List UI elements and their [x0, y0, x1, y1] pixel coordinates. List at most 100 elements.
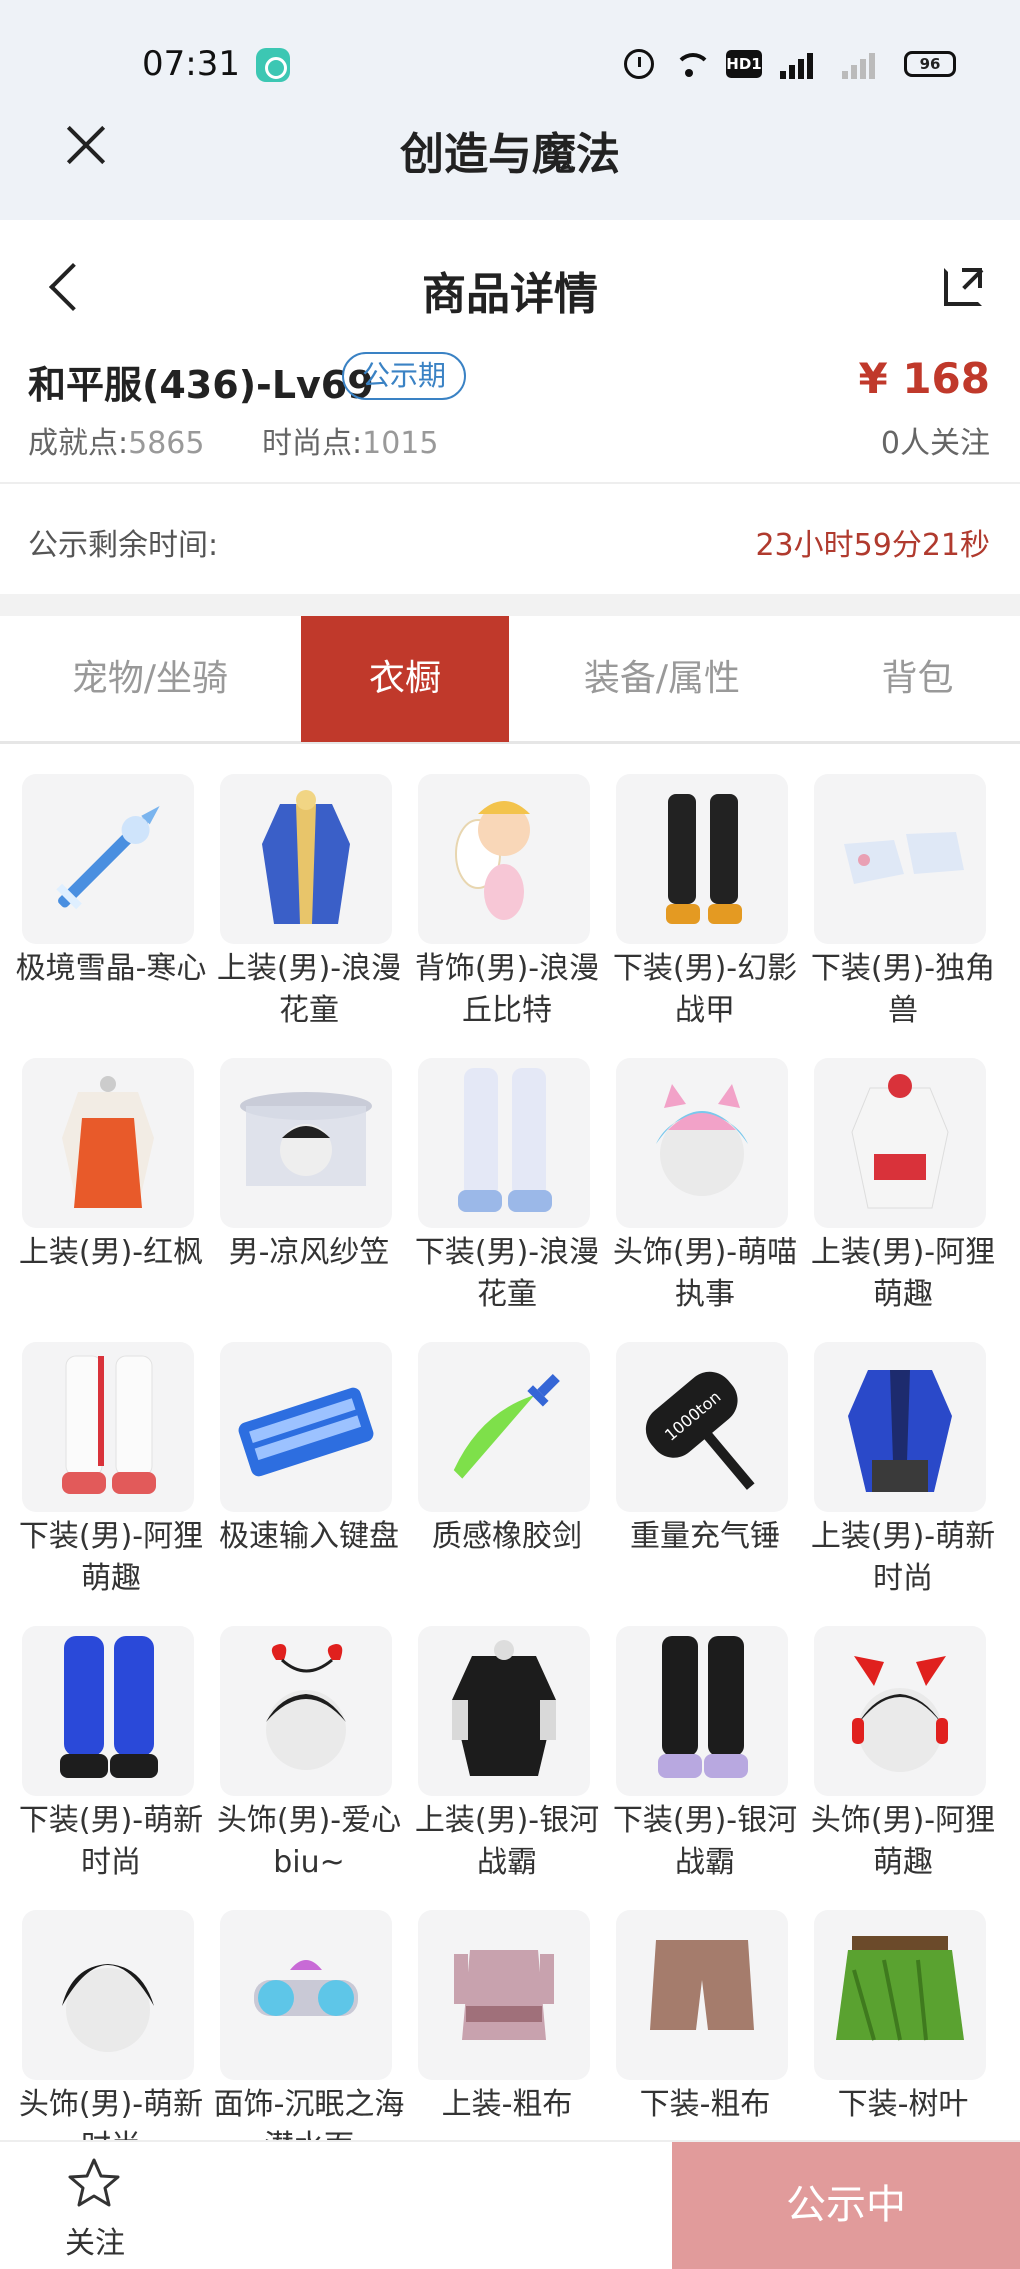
bottom-bar: 关注 公示中: [0, 2140, 1020, 2269]
wardrobe-item[interactable]: 上装(男)-红枫: [12, 1028, 210, 1298]
wardrobe-item-label: 头饰(男)-萌新时尚: [18, 2087, 204, 2140]
wardrobe-item[interactable]: 下装-树叶: [804, 1880, 1002, 2140]
wardrobe-item-label: 下装(男)-萌新时尚: [18, 1803, 204, 1880]
wardrobe-grid: 极境雪晶-寒心 上装(男)-浪漫花童 背饰(男)-浪漫丘比特 下装(男)-幻影战甲 下装…: [0, 744, 1020, 2140]
wardrobe-item[interactable]: 背饰(男)-浪漫丘比特: [408, 744, 606, 1028]
wardrobe-item[interactable]: 下装(男)-幻影战甲: [606, 744, 804, 1028]
hammer-icon: 1000ton: [616, 1342, 788, 1512]
wardrobe-item-label: 头饰(男)-阿狸萌趣: [810, 1803, 996, 1880]
alarm-icon: [624, 49, 654, 79]
wardrobe-item[interactable]: 极境雪晶-寒心: [12, 744, 210, 1014]
wardrobe-item-label: 下装(男)-阿狸萌趣: [18, 1519, 204, 1596]
follow-label: 关注: [65, 2226, 125, 2261]
wardrobe-item[interactable]: 下装(男)-银河战霸: [606, 1596, 804, 1880]
achievement-label: 成就点:: [28, 426, 129, 461]
black-pants-icon: [616, 1626, 788, 1796]
wardrobe-item[interactable]: 头饰(男)-萌新时尚: [12, 1880, 210, 2140]
wardrobe-item[interactable]: 极速输入键盘: [210, 1312, 408, 1582]
wardrobe-item[interactable]: 下装-粗布: [606, 1880, 804, 2140]
achievement-value: 5865: [128, 426, 205, 461]
white-red-pants-icon: [22, 1342, 194, 1512]
app-title: 创造与魔法: [400, 129, 620, 180]
wardrobe-item[interactable]: 1000ton 重量充气锤: [606, 1312, 804, 1582]
diving-mask-icon: [220, 1910, 392, 2080]
tab-equipment[interactable]: 装备/属性: [509, 616, 815, 742]
wardrobe-item-label: 下装-粗布: [639, 2087, 771, 2122]
wifi-icon: [672, 49, 712, 79]
fox-hoodie-icon: [814, 1058, 986, 1228]
wardrobe-item-label: 极速输入键盘: [219, 1519, 399, 1554]
wardrobe-item-label: 极境雪晶-寒心: [15, 951, 207, 986]
page-title: 商品详情: [422, 269, 598, 320]
tab-backpack[interactable]: 背包: [815, 616, 1020, 742]
unicorn-boots-icon: [814, 774, 986, 944]
blue-gold-robe-icon: [220, 774, 392, 944]
wardrobe-item[interactable]: 上装(男)-银河战霸: [408, 1596, 606, 1880]
wardrobe-item-label: 重量充气锤: [630, 1519, 780, 1554]
publicity-status-button[interactable]: 公示中: [672, 2142, 1020, 2269]
hd-icon: HD1: [726, 50, 762, 78]
wardrobe-item-label: 背饰(男)-浪漫丘比特: [414, 951, 600, 1028]
divider: [0, 482, 1020, 484]
follow-button[interactable]: 关注: [0, 2142, 190, 2269]
heart-headband-icon: [220, 1626, 392, 1796]
wardrobe-item[interactable]: 头饰(男)-阿狸萌趣: [804, 1596, 1002, 1880]
section-gap: [0, 594, 1020, 616]
cloth-shorts-icon: [616, 1910, 788, 2080]
wardrobe-item[interactable]: 下装(男)-萌新时尚: [12, 1596, 210, 1880]
category-tabs: 宠物/坐骑 衣橱 装备/属性 背包: [0, 616, 1020, 744]
share-icon[interactable]: [944, 268, 982, 306]
rubber-sword-icon: [418, 1342, 590, 1512]
product-name: 和平服(436)-Lv69: [28, 363, 374, 407]
keyboard-icon: [220, 1342, 392, 1512]
wardrobe-item[interactable]: 下装(男)-阿狸萌趣: [12, 1312, 210, 1596]
wardrobe-item[interactable]: 下装(男)-浪漫花童: [408, 1028, 606, 1312]
signal-2-icon: [842, 49, 886, 79]
wardrobe-item-label: 头饰(男)-萌喵执事: [612, 1235, 798, 1312]
wardrobe-item[interactable]: 上装-粗布: [408, 1880, 606, 2140]
ice-sword-icon: [22, 774, 194, 944]
wardrobe-item-label: 面饰-沉眠之海潜水面: [213, 2087, 405, 2140]
cloth-top-icon: [418, 1910, 590, 2080]
status-icons: HD1 96: [624, 44, 956, 84]
wardrobe-item-label: 下装(男)-幻影战甲: [612, 951, 798, 1028]
tab-wardrobe[interactable]: 衣橱: [301, 616, 509, 742]
wardrobe-item[interactable]: 男-凉风纱笠: [210, 1028, 408, 1298]
wardrobe-item[interactable]: 头饰(男)-爱心biu~: [210, 1596, 408, 1880]
wardrobe-item[interactable]: 上装(男)-浪漫花童: [210, 744, 408, 1028]
battery-icon: 96: [904, 51, 956, 77]
wardrobe-item-label: 下装(男)-独角兽: [810, 951, 996, 1028]
signal-icon: [780, 49, 824, 79]
wardrobe-item-label: 上装(男)-红枫: [18, 1235, 204, 1270]
wardrobe-item-label: 上装(男)-浪漫花童: [216, 951, 402, 1028]
fashion-label: 时尚点:: [262, 426, 363, 461]
wardrobe-item[interactable]: 质感橡胶剑: [408, 1312, 606, 1582]
wardrobe-item-label: 头饰(男)-爱心biu~: [216, 1803, 402, 1880]
wardrobe-item[interactable]: 头饰(男)-萌喵执事: [606, 1028, 804, 1312]
wardrobe-item-label: 下装(男)-银河战霸: [612, 1803, 798, 1880]
wardrobe-item-label: 上装(男)-银河战霸: [414, 1803, 600, 1880]
star-icon: [68, 2158, 120, 2207]
wardrobe-item-label: 下装(男)-浪漫花童: [414, 1235, 600, 1312]
wardrobe-item-label: 上装-粗布: [441, 2087, 573, 2122]
countdown-label: 公示剩余时间:: [28, 528, 219, 563]
achievement-points: 成就点:5865: [28, 418, 204, 462]
follower-count: 0人关注: [880, 426, 990, 461]
blue-jacket-icon: [814, 1342, 986, 1512]
fox-ear-head-icon: [814, 1626, 986, 1796]
wardrobe-item[interactable]: 下装(男)-独角兽: [804, 744, 1002, 1028]
wardrobe-item-label: 上装(男)-阿狸萌趣: [810, 1235, 996, 1312]
wardrobe-item[interactable]: 面饰-沉眠之海潜水面: [210, 1880, 408, 2140]
status-badge: 公示期: [342, 352, 467, 400]
wardrobe-item[interactable]: 上装(男)-阿狸萌趣: [804, 1028, 1002, 1312]
tab-pets-mounts[interactable]: 宠物/坐骑: [0, 616, 300, 742]
app-header-area: 07:31 HD1 96 创造与魔法: [0, 0, 1020, 220]
blue-pants-icon: [22, 1626, 194, 1796]
status-time: 07:31: [142, 44, 240, 84]
wardrobe-item-label: 质感橡胶剑: [432, 1519, 582, 1554]
cupid-icon: [418, 774, 590, 944]
wardrobe-item[interactable]: 上装(男)-萌新时尚: [804, 1312, 1002, 1596]
armor-legs-icon: [616, 774, 788, 944]
black-hair-icon: [22, 1910, 194, 2080]
product-price: ¥ 168: [858, 354, 990, 403]
